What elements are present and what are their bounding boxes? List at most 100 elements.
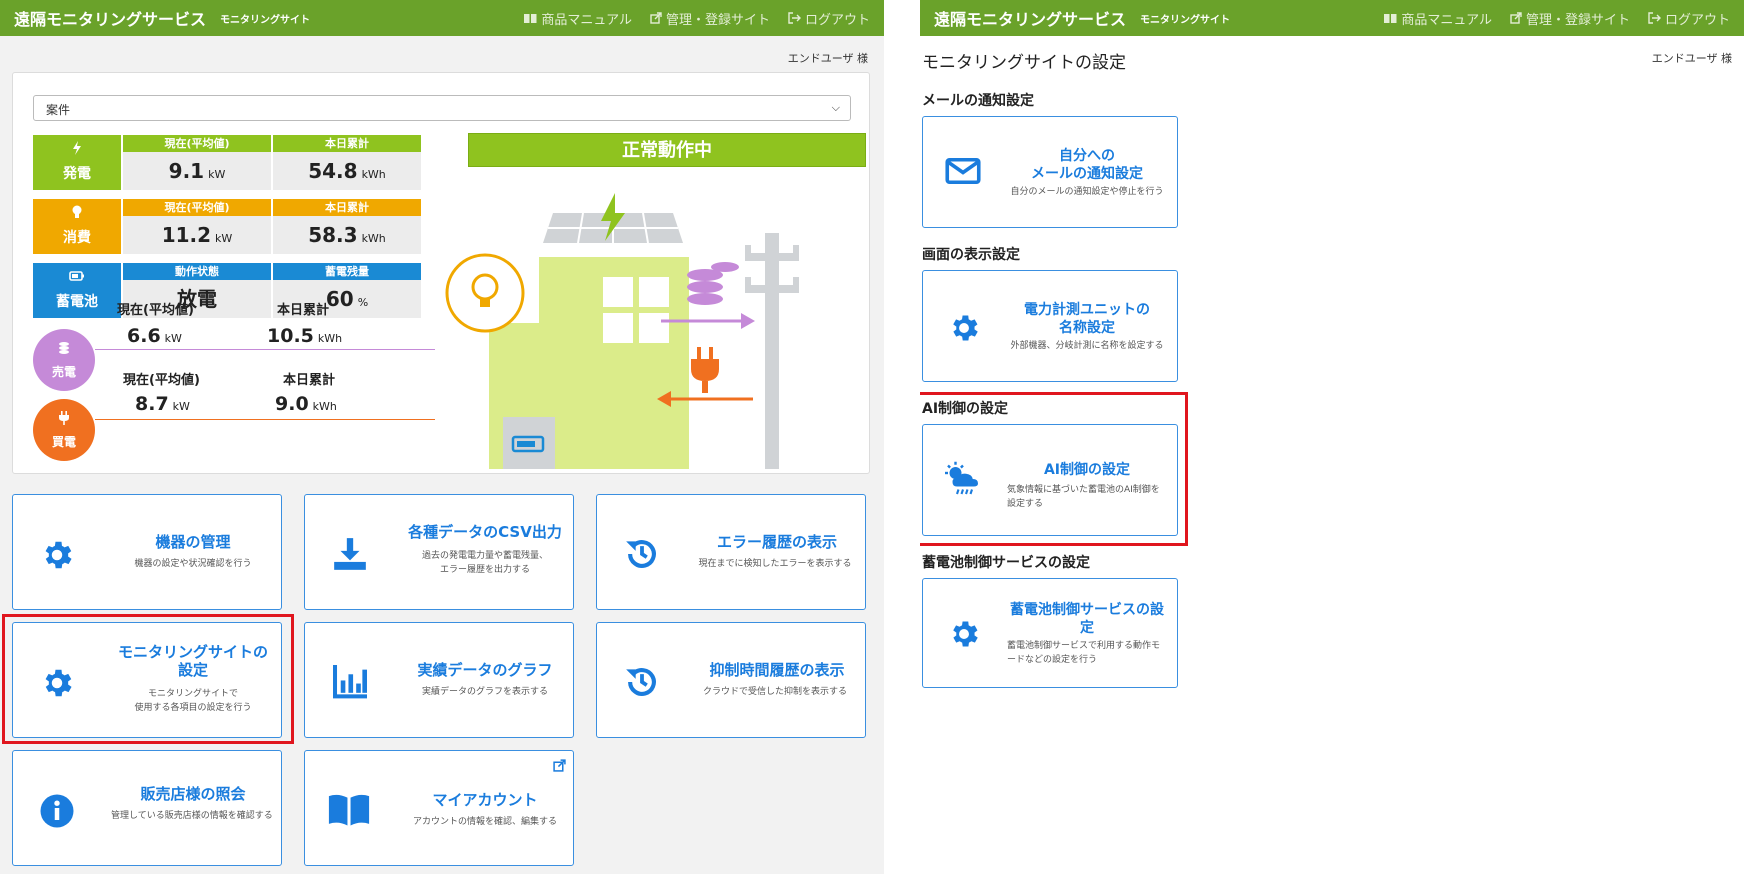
tile-unit-naming[interactable]: 電力計測ユニットの 名称設定 外部機器、分岐計測に名称を設定する — [922, 270, 1178, 382]
selling-current-unit: kW — [164, 332, 182, 345]
selling-total-header: 本日累計 — [277, 303, 330, 318]
lightbulb-bubble-icon — [445, 253, 525, 333]
tile-description: 蓄電池制御サービスで利用する動作モ ードなどの設定を行う — [1007, 641, 1161, 665]
consumption-total: 本日累計 58.3 kWh — [273, 199, 421, 254]
solar-panel-icon — [543, 193, 683, 244]
consumption-current: 現在(平均値) 11.2 kW — [123, 199, 271, 254]
tile-my-account[interactable]: マイアカウント アカウントの情報を確認、編集する — [304, 750, 574, 866]
selling-current-value-box: 6.6 kW — [127, 325, 182, 347]
consumption-label: 消費 — [63, 230, 91, 246]
overview-card: 案件 ⌵ 発電 現在(平均値) 9.1kW 本日累計 54.8kWh 消費 — [12, 72, 870, 474]
gear-icon — [953, 315, 978, 341]
app-subtitle: モニタリングサイト — [1140, 14, 1231, 26]
buying-circle: 買電 — [33, 399, 95, 461]
consumption-current-header: 現在(平均値) — [123, 199, 271, 216]
selling-total-unit: kWh — [317, 332, 343, 345]
logout-icon — [1648, 12, 1661, 24]
consumption-total-value-box: 58.3 kWh — [273, 216, 421, 254]
buying-total-unit: kWh — [312, 400, 337, 413]
energy-flow-illustration — [445, 193, 799, 469]
buying-total-value: 9.0 — [275, 393, 309, 415]
gear-icon — [45, 541, 72, 569]
nav-logout-label: ログアウト — [804, 12, 870, 28]
nav-admin-label: 管理・登録サイト — [1525, 12, 1630, 28]
buying-current-value-box: 8.7 kW — [135, 393, 190, 415]
generation-label: 発電 — [63, 166, 91, 182]
tile-title: 機器の管理 — [155, 533, 231, 551]
section-heading-battery-service: 蓄電池制御サービスの設定 — [922, 555, 1090, 571]
book-icon — [524, 13, 537, 23]
app-title[interactable]: 遠隔モニタリングサービス — [934, 6, 1126, 30]
nav-manual-label: 商品マニュアル — [541, 12, 632, 28]
generation-current-value: 9.1 — [168, 159, 205, 183]
buying-divider — [95, 419, 435, 420]
tile-csv-export[interactable]: 各種データのCSV出力 過去の発電電力量や蓄電残量、 エラー履歴を出力する — [304, 494, 574, 610]
history-icon — [626, 540, 656, 568]
tile-title: 電力計測ユニットの 名称設定 — [1024, 302, 1150, 336]
tile-error-history[interactable]: エラー履歴の表示 現在までに検知したエラーを表示する — [596, 494, 866, 610]
tile-performance-graph[interactable]: 実績データのグラフ 実績データのグラフを表示する — [304, 622, 574, 738]
nav-logout-link[interactable]: ログアウト — [788, 9, 870, 28]
nav-manual-link[interactable]: 商品マニュアル — [524, 9, 632, 28]
tile-description: クラウドで受信した抑制を表示する — [702, 687, 847, 697]
generation-current-unit: kW — [208, 168, 226, 181]
tile-dealer-inquiry[interactable]: 販売店様の照会 管理している販売店様の情報を確認する — [12, 750, 282, 866]
project-select[interactable]: 案件 ⌵ — [33, 95, 851, 121]
battery-label: 蓄電池 — [56, 294, 98, 310]
consumption-current-value-box: 11.2 kW — [123, 216, 271, 254]
tile-description: アカウントの情報を確認、編集する — [412, 817, 557, 827]
app-title[interactable]: 遠隔モニタリングサービス — [14, 6, 206, 30]
battery-status-header: 動作状態 — [123, 263, 271, 280]
tile-title: マイアカウント — [432, 791, 538, 809]
tile-title: エラー履歴の表示 — [716, 533, 837, 551]
battery-remaining-unit: % — [357, 296, 369, 309]
consumption-current-unit: kW — [215, 232, 233, 245]
generation-total-header: 本日累計 — [273, 135, 421, 152]
tile-description: 実績データのグラフを表示する — [421, 687, 548, 697]
nav-manual-label: 商品マニュアル — [1401, 12, 1492, 28]
nav-logout-label: ログアウト — [1664, 12, 1730, 28]
nav-manual-link[interactable]: 商品マニュアル — [1384, 9, 1492, 28]
selling-current-header: 現在(平均値) — [117, 303, 194, 318]
battery-remaining-header: 蓄電残量 — [273, 263, 421, 280]
nav-logout-link[interactable]: ログアウト — [1648, 9, 1730, 28]
tile-battery-service[interactable]: 蓄電池制御サービスの設 定 蓄電池制御サービスで利用する動作モ ードなどの設定を… — [922, 578, 1178, 688]
selling-total-value: 10.5 — [267, 325, 314, 347]
battery-label-box: 蓄電池 — [33, 263, 121, 318]
generation-current-header: 現在(平均値) — [123, 135, 271, 152]
tile-curtailment-history[interactable]: 抑制時間履歴の表示 クラウドで受信した抑制を表示する — [596, 622, 866, 738]
generation-label-box: 発電 — [33, 135, 121, 190]
consumption-total-header: 本日累計 — [273, 199, 421, 216]
battery-remaining-value: 60 — [325, 287, 354, 311]
tile-device-management[interactable]: 機器の管理 機器の設定や状況確認を行う — [12, 494, 282, 610]
generation-total-value: 54.8 — [308, 159, 358, 183]
selling-label: 売電 — [51, 365, 76, 379]
user-name-label: エンドユーザ 様 — [1651, 52, 1732, 65]
tile-description: 過去の発電電力量や蓄電残量、 エラー履歴を出力する — [421, 551, 548, 575]
app-subtitle: モニタリングサイト — [220, 14, 311, 26]
tile-description: 管理している販売店様の情報を確認する — [111, 811, 273, 821]
coins-icon — [59, 342, 69, 354]
header-nav: 商品マニュアル 管理・登録サイト ログアウト — [524, 9, 870, 28]
buying-label: 買電 — [51, 435, 76, 449]
generation-total: 本日累計 54.8 kWh — [273, 135, 421, 190]
tile-description: 自分のメールの通知設定や停止を行う — [1010, 187, 1164, 197]
consumption-label-box: 消費 — [33, 199, 121, 254]
envelope-icon — [945, 157, 981, 185]
nav-admin-label: 管理・登録サイト — [665, 12, 770, 28]
generation-current: 現在(平均値) 9.1 kW — [123, 135, 271, 190]
selling-total-value-box: 10.5 kWh — [267, 325, 342, 347]
history-icon — [626, 668, 656, 696]
book-icon — [1384, 13, 1397, 23]
battery-icon — [69, 271, 84, 281]
user-name-label: エンドユーザ 様 — [787, 52, 868, 65]
generation-current-value-box: 9.1 kW — [123, 152, 271, 190]
tile-title: 実績データのグラフ — [417, 661, 553, 679]
nav-admin-link[interactable]: 管理・登録サイト — [1510, 9, 1630, 28]
page-title: モニタリングサイトの設定 — [922, 53, 1126, 73]
tile-description: 外部機器、分岐計測に名称を設定する — [1010, 341, 1164, 351]
app-header: 遠隔モニタリングサービス モニタリングサイト 商品マニュアル 管理・登録サイト … — [920, 0, 1744, 36]
nav-admin-link[interactable]: 管理・登録サイト — [650, 9, 770, 28]
tile-mail-notification[interactable]: 自分への メールの通知設定 自分のメールの通知設定や停止を行う — [922, 116, 1178, 228]
tile-title: 自分への メールの通知設定 — [1031, 148, 1143, 182]
